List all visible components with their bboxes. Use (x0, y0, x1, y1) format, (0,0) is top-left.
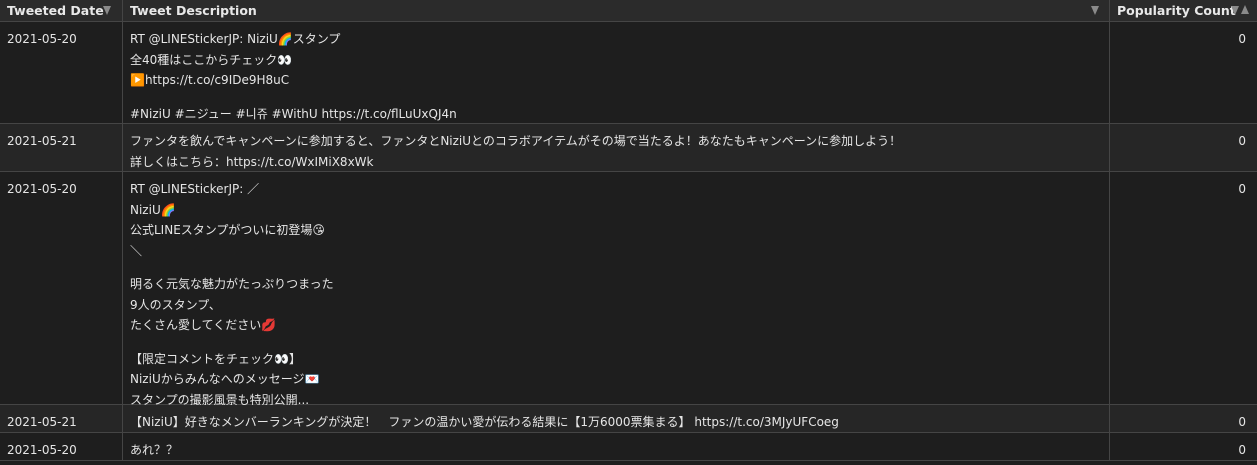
cell-tweeted-date[interactable]: 2021-05-20 (0, 172, 123, 404)
column-header-label: Tweet Description (130, 3, 257, 18)
column-header-tweet-description[interactable]: Tweet Description (123, 0, 1110, 22)
tweet-description-line: 全40種はここからチェック👀 (130, 52, 293, 67)
cell-tweeted-date[interactable]: 2021-05-20 (0, 22, 123, 123)
cell-popularity-count[interactable]: 0 (1110, 22, 1257, 123)
tweet-description-line (130, 261, 1109, 274)
cell-popularity-count[interactable]: 0 (1110, 172, 1257, 404)
tweet-description-line: 公式LINEスタンプがついに初登場😘 (130, 223, 325, 237)
cell-tweet-description[interactable]: RT @LINEStickerJP: ／ NiziU🌈 公式LINEスタンプがついに… (123, 172, 1110, 407)
cell-tweet-description[interactable]: 【NiziU】好きなメンバーランキングが決定！ ファンの温かい愛が伝わる結果に【… (123, 405, 1110, 432)
sort-ascending-icon[interactable] (1241, 5, 1249, 14)
tweet-description-line: ファンタを飲んでキャンペーンに参加すると、ファンタとNiziUとのコラボアイテム… (130, 134, 902, 148)
cell-tweet-description[interactable]: RT @LINEStickerJP: NiziU🌈スタンプ 全40種はここからチェ… (123, 22, 1110, 123)
tweet-description-line: NiziUからみんなへのメッセージ💌 (130, 372, 320, 386)
tweet-description-line: 【限定コメントをチェック👀】 (130, 351, 301, 366)
column-header-tweeted-date[interactable]: Tweeted Date (0, 0, 123, 22)
cell-tweeted-date[interactable]: 2021-05-20 (0, 433, 123, 460)
tweeted-date-value: 2021-05-20 (7, 443, 77, 457)
popularity-count-value: 0 (1238, 443, 1246, 457)
tweeted-date-value: 2021-05-21 (7, 134, 77, 148)
cell-popularity-count[interactable]: 0 (1110, 405, 1257, 432)
tweet-description-line: あれ？？ (130, 443, 179, 457)
tweet-description-line: 明るく元気な魅力がたっぷりつまった (130, 277, 334, 291)
filter-icon[interactable] (103, 6, 111, 15)
tweeted-date-value: 2021-05-20 (7, 182, 77, 196)
cell-tweet-description[interactable]: ファンタを飲んでキャンペーンに参加すると、ファンタとNiziUとのコラボアイテム… (123, 124, 1110, 171)
cell-tweet-description[interactable]: あれ？？ (123, 433, 1110, 460)
popularity-count-value: 0 (1238, 134, 1246, 148)
tweet-description-line: NiziU🌈 (130, 202, 176, 217)
table-row[interactable]: 2021-05-20 RT @LINEStickerJP: NiziU🌈スタンプ全… (0, 22, 1257, 124)
tweet-description-line: ＼ (130, 243, 143, 258)
popularity-count-value: 0 (1238, 182, 1246, 196)
tweet-description-line (130, 91, 1109, 104)
cell-popularity-count[interactable]: 0 (1110, 124, 1257, 171)
table-row[interactable]: 2021-05-21 【NiziU】好きなメンバーランキングが決定！ ファンの温か… (0, 405, 1257, 433)
column-header-label: Tweeted Date (7, 3, 104, 18)
table-row[interactable]: 2021-05-21 ファンタを飲んでキャンペーンに参加すると、ファンタとNizi… (0, 124, 1257, 172)
data-grid: Tweeted Date Tweet Description Popularit… (0, 0, 1257, 465)
tweet-description-line (130, 336, 1109, 349)
tweet-description-line: RT @LINEStickerJP: NiziU🌈スタンプ (130, 32, 341, 46)
cell-tweeted-date[interactable]: 2021-05-21 (0, 124, 123, 171)
tweet-description-line: 【NiziU】好きなメンバーランキングが決定！ ファンの温かい愛が伝わる結果に【… (130, 415, 839, 429)
tweet-description-line: ▶️https://t.co/c9IDe9H8uC (130, 73, 290, 87)
tweet-description-line: RT @LINEStickerJP: ／ (130, 182, 260, 196)
cell-popularity-count[interactable]: 0 (1110, 433, 1257, 460)
popularity-count-value: 0 (1238, 32, 1246, 46)
tweeted-date-value: 2021-05-21 (7, 415, 77, 429)
grid-header: Tweeted Date Tweet Description Popularit… (0, 0, 1257, 22)
popularity-count-value: 0 (1238, 415, 1246, 429)
tweeted-date-value: 2021-05-20 (7, 32, 77, 46)
column-header-popularity-count[interactable]: Popularity Count (1110, 0, 1257, 22)
tweet-description-line: 詳しくはこちら：https://t.co/WxIMiX8xWk (130, 154, 374, 169)
column-header-label: Popularity Count (1117, 3, 1236, 18)
tweet-description-line: たくさん愛してください💋 (130, 318, 277, 332)
table-row[interactable]: 2021-05-20 あれ？？ 0 (0, 433, 1257, 461)
table-row[interactable]: 2021-05-20 RT @LINEStickerJP: ／ NiziU🌈 公式LI… (0, 172, 1257, 407)
filter-icon[interactable] (1231, 6, 1239, 15)
cell-tweeted-date[interactable]: 2021-05-21 (0, 405, 123, 432)
tweet-description-line: #NiziU #ニジュー #니쥬 #WithU https://t.co/flL… (130, 106, 457, 121)
filter-icon[interactable] (1091, 6, 1099, 15)
tweet-description-line: 9人のスタンプ、 (130, 297, 221, 312)
